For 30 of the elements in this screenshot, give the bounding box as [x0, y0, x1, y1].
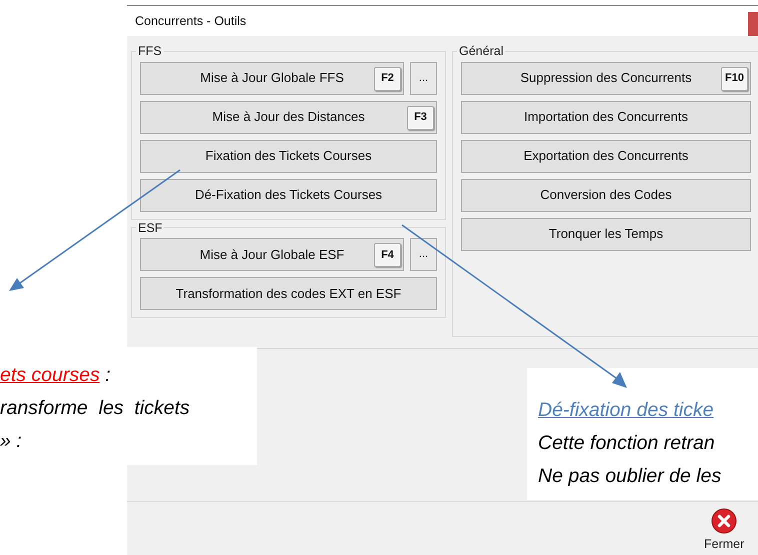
tool-button[interactable]: Mise à Jour Globale ESF F4 [140, 238, 404, 271]
tool-button[interactable]: Suppression des Concurrents F10 [461, 62, 751, 94]
note-text: Cette fonction retran [538, 431, 716, 456]
tool-button[interactable]: Importation des Concurrents [461, 100, 751, 134]
tool-button[interactable]: Mise à Jour des Distances F3 [140, 100, 437, 134]
note-heading: Dé-fixation des ticke [538, 399, 714, 421]
shortcut-key: F2 [374, 66, 401, 90]
note-text: : [104, 364, 111, 386]
tool-button[interactable]: Transformation des codes EXT en ESF [140, 277, 437, 310]
window-title: Concurrents - Outils [135, 12, 246, 30]
shortcut-key: F4 [374, 243, 401, 267]
note-text: Ne pas oublier de les [538, 464, 722, 489]
shortcut-key: F10 [721, 66, 748, 90]
more-button[interactable]: ... [410, 238, 437, 271]
group-title: ESF [137, 222, 164, 234]
close-dialog-button[interactable]: Fermer [704, 508, 744, 554]
tool-button[interactable]: Dé-Fixation des Tickets Courses [140, 178, 437, 212]
tool-button[interactable]: Exportation des Concurrents [461, 140, 751, 172]
note-text: ransforme les tickets [0, 396, 191, 421]
note-text: » : [0, 429, 23, 454]
more-button[interactable]: ... [410, 62, 437, 94]
tool-button[interactable]: Fixation des Tickets Courses [140, 140, 437, 172]
close-icon [711, 508, 738, 534]
group-title: Général [458, 45, 504, 58]
tool-button[interactable]: Tronquer les Temps [461, 218, 751, 250]
tool-button[interactable]: Conversion des Codes [461, 178, 751, 212]
tool-button[interactable]: Mise à Jour Globale FFS F2 [140, 62, 404, 94]
shortcut-key: F3 [407, 106, 434, 130]
group-title: FFS [137, 45, 163, 58]
note-heading: ets courses [0, 364, 100, 386]
